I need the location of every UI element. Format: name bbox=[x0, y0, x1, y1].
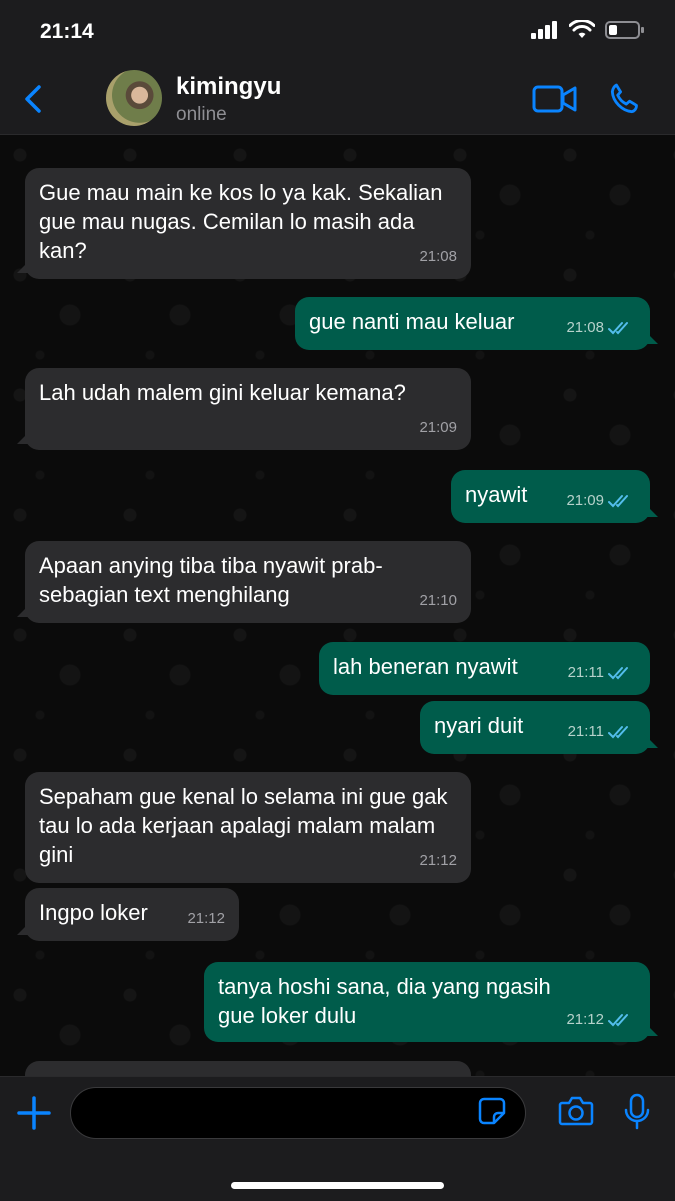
microphone-icon bbox=[624, 1093, 650, 1130]
wifi-icon bbox=[569, 20, 595, 38]
chat-header: kimingyu online bbox=[0, 64, 675, 135]
message-time: 21:09 bbox=[419, 419, 457, 436]
message-time: 21:12 bbox=[187, 910, 225, 927]
message-incoming[interactable]: Gue mau main ke kos lo ya kak. Sekalian … bbox=[17, 168, 471, 279]
message-incoming-partial[interactable] bbox=[25, 1061, 471, 1076]
message-time: 21:11 bbox=[568, 658, 634, 687]
double-check-icon bbox=[608, 666, 628, 679]
video-camera-icon bbox=[532, 85, 577, 113]
message-incoming[interactable]: Ingpo loker 21:12 bbox=[17, 888, 239, 941]
back-button[interactable] bbox=[22, 84, 44, 119]
message-time: 21:11 bbox=[568, 717, 634, 746]
camera-button[interactable] bbox=[558, 1095, 594, 1132]
message-time: 21:10 bbox=[419, 592, 457, 609]
double-check-icon bbox=[608, 321, 628, 334]
double-check-icon bbox=[608, 494, 628, 507]
battery-icon bbox=[605, 21, 644, 39]
message-outgoing[interactable]: gue nanti mau keluar 21:08 bbox=[295, 297, 658, 350]
message-outgoing[interactable]: lah beneran nyawit 21:11 bbox=[319, 642, 650, 695]
message-outgoing[interactable]: tanya hoshi sana, dia yang ngasih gue lo… bbox=[204, 962, 658, 1042]
double-check-icon bbox=[608, 1013, 628, 1026]
message-incoming[interactable]: Lah udah malem gini keluar kemana? 21:09 bbox=[17, 368, 471, 450]
sticker-icon bbox=[478, 1097, 506, 1125]
message-outgoing[interactable]: nyawit 21:09 bbox=[451, 470, 658, 523]
message-incoming[interactable]: Apaan anying tiba tiba nyawit prab- seba… bbox=[17, 541, 471, 623]
message-text: Apaan anying tiba tiba nyawit prab- seba… bbox=[39, 553, 383, 607]
voice-call-button[interactable] bbox=[606, 80, 644, 123]
phone-icon bbox=[610, 83, 638, 114]
message-text: Sepaham gue kenal lo selama ini gue gak … bbox=[39, 784, 448, 867]
microphone-button[interactable] bbox=[623, 1093, 651, 1136]
cellular-signal-icon bbox=[531, 21, 557, 39]
double-check-icon bbox=[608, 725, 628, 738]
composer-bar bbox=[0, 1076, 675, 1201]
message-time: 21:12 bbox=[419, 852, 457, 869]
plus-icon bbox=[17, 1096, 51, 1130]
message-input[interactable] bbox=[70, 1087, 526, 1139]
message-text: Gue mau main ke kos lo ya kak. Sekalian … bbox=[39, 180, 443, 263]
video-call-button[interactable] bbox=[532, 84, 578, 119]
message-time: 21:12 bbox=[566, 1005, 634, 1034]
message-time: 21:08 bbox=[419, 248, 457, 265]
message-time: 21:09 bbox=[566, 486, 634, 515]
message-outgoing[interactable]: nyari duit 21:11 bbox=[420, 701, 658, 754]
contact-name[interactable]: kimingyu bbox=[176, 73, 281, 101]
sticker-button[interactable] bbox=[478, 1097, 506, 1130]
message-time: 21:08 bbox=[566, 313, 634, 342]
attach-button[interactable] bbox=[16, 1095, 52, 1136]
contact-status: online bbox=[176, 104, 227, 125]
message-text: Lah udah malem gini keluar kemana? bbox=[39, 380, 406, 405]
home-indicator[interactable] bbox=[231, 1182, 444, 1189]
camera-icon bbox=[558, 1096, 594, 1126]
message-incoming[interactable]: Sepaham gue kenal lo selama ini gue gak … bbox=[25, 772, 471, 883]
chevron-left-icon bbox=[25, 85, 41, 113]
status-time: 21:14 bbox=[40, 20, 94, 43]
avatar[interactable] bbox=[106, 70, 162, 126]
chat-area[interactable]: Gue mau main ke kos lo ya kak. Sekalian … bbox=[0, 135, 675, 1076]
status-icons bbox=[531, 20, 645, 40]
status-bar: 21:14 bbox=[0, 0, 675, 64]
